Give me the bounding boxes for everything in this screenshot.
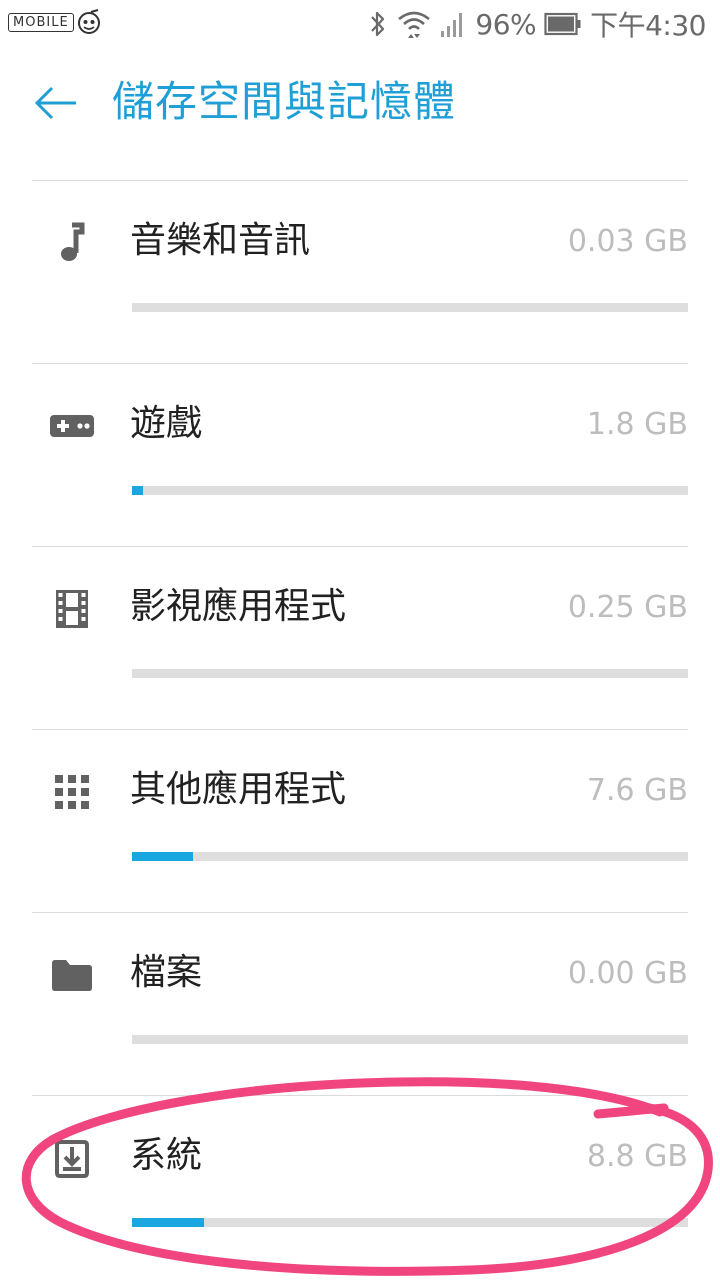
usage-bar	[132, 486, 688, 495]
item-size: 8.8 GB	[586, 1139, 688, 1174]
item-label: 其他應用程式	[130, 769, 347, 810]
music-note-icon	[48, 219, 96, 267]
film-icon	[48, 585, 96, 633]
battery-icon	[544, 12, 581, 36]
item-label: 檔案	[130, 952, 203, 993]
bluetooth-icon	[371, 11, 385, 37]
clock: 下午4:30	[590, 9, 706, 42]
item-size: 7.6 GB	[586, 773, 688, 808]
folder-icon	[48, 951, 96, 999]
item-label: 影視應用程式	[130, 586, 347, 627]
back-button[interactable]	[28, 78, 84, 128]
usage-fill	[132, 486, 144, 495]
storage-item-video[interactable]: 影視應用程式 0.25 GB	[32, 546, 688, 729]
gamepad-icon	[48, 402, 96, 450]
usage-bar	[132, 1218, 688, 1227]
item-size: 1.8 GB	[586, 407, 688, 442]
item-label: 系統	[130, 1135, 203, 1176]
item-size: 0.25 GB	[567, 590, 688, 625]
battery-percent: 96%	[475, 7, 537, 41]
signal-icon	[441, 13, 463, 37]
watermark: MOBILE	[8, 4, 102, 40]
usage-fill	[132, 852, 194, 861]
usage-bar	[132, 669, 688, 678]
usage-bar	[132, 852, 688, 861]
usage-bar	[132, 303, 688, 312]
apps-grid-icon	[48, 768, 96, 816]
item-label: 音樂和音訊	[130, 220, 311, 261]
app-bar: 儲存空間與記憶體	[0, 52, 720, 152]
watermark-face-icon	[77, 9, 100, 34]
storage-item-other-apps[interactable]: 其他應用程式 7.6 GB	[32, 729, 688, 912]
storage-item-system[interactable]: 系統 8.8 GB	[32, 1095, 688, 1278]
watermark-text: MOBILE	[8, 12, 74, 32]
storage-item-files[interactable]: 檔案 0.00 GB	[32, 912, 688, 1095]
usage-bar	[132, 1035, 688, 1044]
system-download-icon	[48, 1134, 96, 1182]
status-icons: 96% 下午4:30	[367, 4, 706, 44]
page-title: 儲存空間與記憶體	[112, 77, 457, 126]
usage-fill	[132, 1218, 205, 1227]
item-size: 0.00 GB	[567, 956, 688, 991]
arrow-left-icon	[34, 86, 76, 120]
status-bar: MOBILE 96% 下午4:30	[0, 0, 720, 50]
storage-category-list: 音樂和音訊 0.03 GB 遊戲 1.8 GB 影視應用程式 0.25 GB 其…	[32, 180, 688, 1278]
wifi-icon	[398, 11, 431, 38]
storage-item-games[interactable]: 遊戲 1.8 GB	[32, 363, 688, 546]
item-label: 遊戲	[130, 403, 203, 444]
storage-item-music[interactable]: 音樂和音訊 0.03 GB	[32, 180, 688, 363]
item-size: 0.03 GB	[567, 224, 688, 259]
